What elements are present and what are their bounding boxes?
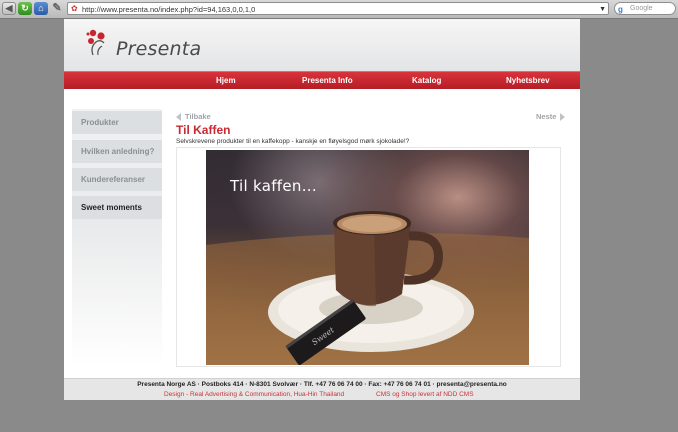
main-nav: Hjem Presenta Info Katalog Nyhetsbrev <box>64 71 580 89</box>
sidebar-item-hvilken-anledning[interactable]: Hvilken anledning? <box>72 140 162 163</box>
site-footer: Presenta Norge AS · Postboks 414 · N-830… <box>64 378 580 400</box>
coffee-photo: Sweet Til kaffen... <box>206 150 529 365</box>
footer-design-credit[interactable]: Design - Real Advertising & Communicatio… <box>164 391 344 398</box>
next-link[interactable]: Neste <box>536 112 566 122</box>
logo-icon <box>86 29 105 56</box>
web-page: Presenta Hjem Presenta Info Katalog Nyhe… <box>64 19 580 400</box>
nav-item-nyhetsbrev[interactable]: Nyhetsbrev <box>506 72 550 89</box>
back-link[interactable]: Tilbake <box>176 112 211 122</box>
page-title: Til Kaffen <box>176 123 231 137</box>
browser-toolbar: ◀ ↻ ⌂ ✎ ✿ http://www.presenta.no/index.p… <box>0 0 678 19</box>
tool-icon[interactable]: ✎ <box>50 2 64 15</box>
nav-item-presenta-info[interactable]: Presenta Info <box>302 72 353 89</box>
page-subtitle: Selvskrevene produkter til en kaffekopp … <box>176 138 410 145</box>
reload-icon[interactable]: ↻ <box>18 2 32 15</box>
footer-address: Presenta Norge AS · Postboks 414 · N-830… <box>137 381 507 388</box>
arrow-left-icon <box>176 113 181 122</box>
arrow-right-icon <box>560 113 566 122</box>
footer-cms-credit[interactable]: CMS og Shop levert af NDD CMS <box>376 391 474 398</box>
back-label: Tilbake <box>185 112 211 121</box>
back-icon[interactable]: ◀ <box>2 2 16 15</box>
photo-caption: Til kaffen... <box>230 177 317 195</box>
nav-item-hjem[interactable]: Hjem <box>216 72 236 89</box>
sidebar-item-sweet-moments[interactable]: Sweet moments <box>72 196 162 219</box>
sidebar: Produkter Hvilken anledning? Kunderefera… <box>72 109 162 367</box>
site-header: Presenta <box>64 19 580 71</box>
search-placeholder: Google <box>630 5 653 12</box>
search-input[interactable]: g Google <box>614 2 676 15</box>
sidebar-item-kundereferanser[interactable]: Kundereferanser <box>72 168 162 191</box>
nav-item-katalog[interactable]: Katalog <box>412 72 441 89</box>
logo-text[interactable]: Presenta <box>116 38 201 60</box>
home-icon[interactable]: ⌂ <box>34 2 48 15</box>
next-label: Neste <box>536 112 557 121</box>
chevron-down-icon[interactable]: ▼ <box>599 3 606 16</box>
favicon-icon: ✿ <box>71 4 78 13</box>
address-text: http://www.presenta.no/index.php?id=94,1… <box>82 5 256 14</box>
address-bar[interactable]: ✿ http://www.presenta.no/index.php?id=94… <box>67 2 609 15</box>
sidebar-item-produkter[interactable]: Produkter <box>72 111 162 134</box>
google-icon: g <box>618 5 623 14</box>
